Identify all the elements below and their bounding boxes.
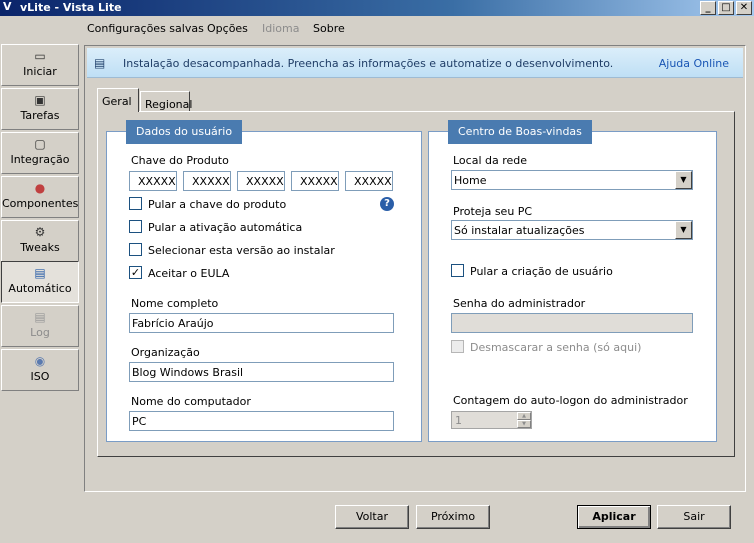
sidebar-item-integracao[interactable]: ▢ Integração — [1, 132, 79, 174]
next-button[interactable]: Próximo — [416, 505, 490, 529]
network-location-select[interactable]: Home ▼ — [451, 170, 693, 190]
online-help-link[interactable]: Ajuda Online — [659, 57, 729, 70]
gear-icon: ⚙ — [34, 225, 46, 239]
disk-icon: ▢ — [34, 137, 46, 151]
product-key-label: Chave do Produto — [131, 154, 229, 167]
admin-password-label: Senha do administrador — [453, 297, 586, 310]
back-button[interactable]: Voltar — [335, 505, 409, 529]
sidebar-item-componentes[interactable]: ● Componentes — [1, 176, 79, 218]
log-icon: ▤ — [34, 310, 46, 324]
title-bar: V vLite - Vista Lite _ □ ✕ — [0, 0, 754, 16]
product-key-field-4[interactable]: XXXXX — [291, 171, 339, 191]
organization-label: Organização — [131, 346, 200, 359]
document-icon: ▤ — [94, 56, 106, 70]
admin-password-input[interactable] — [451, 313, 693, 333]
exit-button[interactable]: Sair — [657, 505, 731, 529]
main-panel: ▤ Instalação desacompanhada. Preencha as… — [84, 45, 746, 492]
chevron-down-icon[interactable]: ▼ — [675, 171, 692, 189]
skip-activation-label: Pular a ativação automática — [148, 221, 303, 234]
sidebar-item-log[interactable]: ▤ Log — [1, 305, 79, 347]
product-key-field-3[interactable]: XXXXX — [237, 171, 285, 191]
help-icon[interactable]: ? — [380, 197, 394, 211]
menu-about[interactable]: Sobre — [313, 22, 345, 35]
skip-activation-checkbox[interactable] — [129, 220, 142, 233]
user-data-title: Dados do usuário — [126, 120, 243, 144]
protect-pc-label: Proteja seu PC — [453, 205, 533, 218]
accept-eula-checkbox[interactable]: ✓ — [129, 266, 142, 279]
sidebar-label: Componentes — [2, 197, 79, 210]
window-title: vLite - Vista Lite — [20, 1, 122, 14]
tasks-icon: ▣ — [34, 93, 46, 107]
sidebar-item-iso[interactable]: ◉ ISO — [1, 349, 79, 391]
menu-options[interactable]: Opções — [207, 22, 248, 35]
sidebar-label: Iniciar — [23, 65, 57, 78]
sidebar-label: Integração — [10, 153, 70, 166]
info-banner: ▤ Instalação desacompanhada. Preencha as… — [87, 48, 743, 78]
skip-product-key-label: Pular a chave do produto — [148, 198, 287, 211]
user-data-group: Dados do usuário Chave do Produto XXXXX … — [106, 120, 422, 442]
select-version-checkbox[interactable] — [129, 243, 142, 256]
tab-geral[interactable]: Geral — [97, 88, 139, 112]
skip-user-creation-checkbox[interactable] — [451, 264, 464, 277]
tab-panel-geral: Dados do usuário Chave do Produto XXXXX … — [97, 111, 735, 457]
select-version-label: Selecionar esta versão ao instalar — [148, 244, 335, 257]
sidebar-item-iniciar[interactable]: ▭ Iniciar — [1, 44, 79, 86]
organization-input[interactable]: Blog Windows Brasil — [129, 362, 394, 382]
full-name-label: Nome completo — [131, 297, 219, 310]
product-key-field-1[interactable]: XXXXX — [129, 171, 177, 191]
tab-regional[interactable]: Regional — [140, 91, 192, 112]
computer-name-label: Nome do computador — [131, 395, 251, 408]
stepper-down-icon[interactable]: ▼ — [517, 420, 531, 428]
welcome-center-title: Centro de Boas-vindas — [448, 120, 592, 144]
automatic-icon: ▤ — [34, 266, 46, 280]
autologon-count-label: Contagem do auto-logon do administrador — [453, 394, 688, 407]
computer-name-input[interactable]: PC — [129, 411, 394, 431]
stepper-up-icon[interactable]: ▲ — [517, 412, 531, 420]
cd-icon: ◉ — [34, 354, 46, 368]
network-location-value: Home — [454, 174, 487, 187]
app-icon: V — [3, 0, 12, 13]
sidebar-item-tarefas[interactable]: ▣ Tarefas — [1, 88, 79, 130]
sidebar-label: Log — [30, 326, 50, 339]
banner-text: Instalação desacompanhada. Preencha as i… — [123, 57, 614, 70]
full-name-input[interactable]: Fabrício Araújo — [129, 313, 394, 333]
skip-product-key-checkbox[interactable] — [129, 197, 142, 210]
maximize-button[interactable]: □ — [718, 1, 734, 15]
product-key-field-2[interactable]: XXXXX — [183, 171, 231, 191]
chevron-down-icon[interactable]: ▼ — [675, 221, 692, 239]
close-button[interactable]: ✕ — [736, 1, 752, 15]
sidebar-label: Tarefas — [20, 109, 60, 122]
unmask-password-checkbox[interactable] — [451, 340, 464, 353]
protect-pc-select[interactable]: Só instalar atualizações ▼ — [451, 220, 693, 240]
sidebar-label: Tweaks — [20, 241, 60, 254]
menu-language[interactable]: Idioma — [262, 22, 299, 35]
sidebar-item-tweaks[interactable]: ⚙ Tweaks — [1, 220, 79, 262]
window-icon: ▭ — [34, 49, 46, 63]
skip-user-creation-label: Pular a criação de usuário — [470, 265, 613, 278]
sidebar-label: ISO — [30, 370, 50, 383]
apply-button[interactable]: Aplicar — [577, 505, 651, 529]
product-key-field-5[interactable]: XXXXX — [345, 171, 393, 191]
minimize-button[interactable]: _ — [700, 1, 716, 15]
sidebar-item-automatico[interactable]: ▤ Automático — [1, 261, 79, 303]
accept-eula-label: Aceitar o EULA — [148, 267, 230, 280]
menu-saved-settings[interactable]: Configurações salvas — [87, 22, 204, 35]
network-location-label: Local da rede — [453, 154, 528, 167]
welcome-center-group: Centro de Boas-vindas Local da rede Home… — [428, 120, 717, 442]
unmask-password-label: Desmascarar a senha (só aqui) — [470, 341, 642, 354]
protect-pc-value: Só instalar atualizações — [454, 224, 585, 237]
sidebar-label: Automático — [8, 282, 72, 295]
menu-bar: Configurações salvas Opções Idioma Sobre — [0, 18, 754, 40]
autologon-count-value: 1 — [455, 414, 462, 427]
components-icon: ● — [34, 181, 46, 195]
autologon-count-stepper[interactable]: 1 ▲ ▼ — [451, 411, 532, 429]
